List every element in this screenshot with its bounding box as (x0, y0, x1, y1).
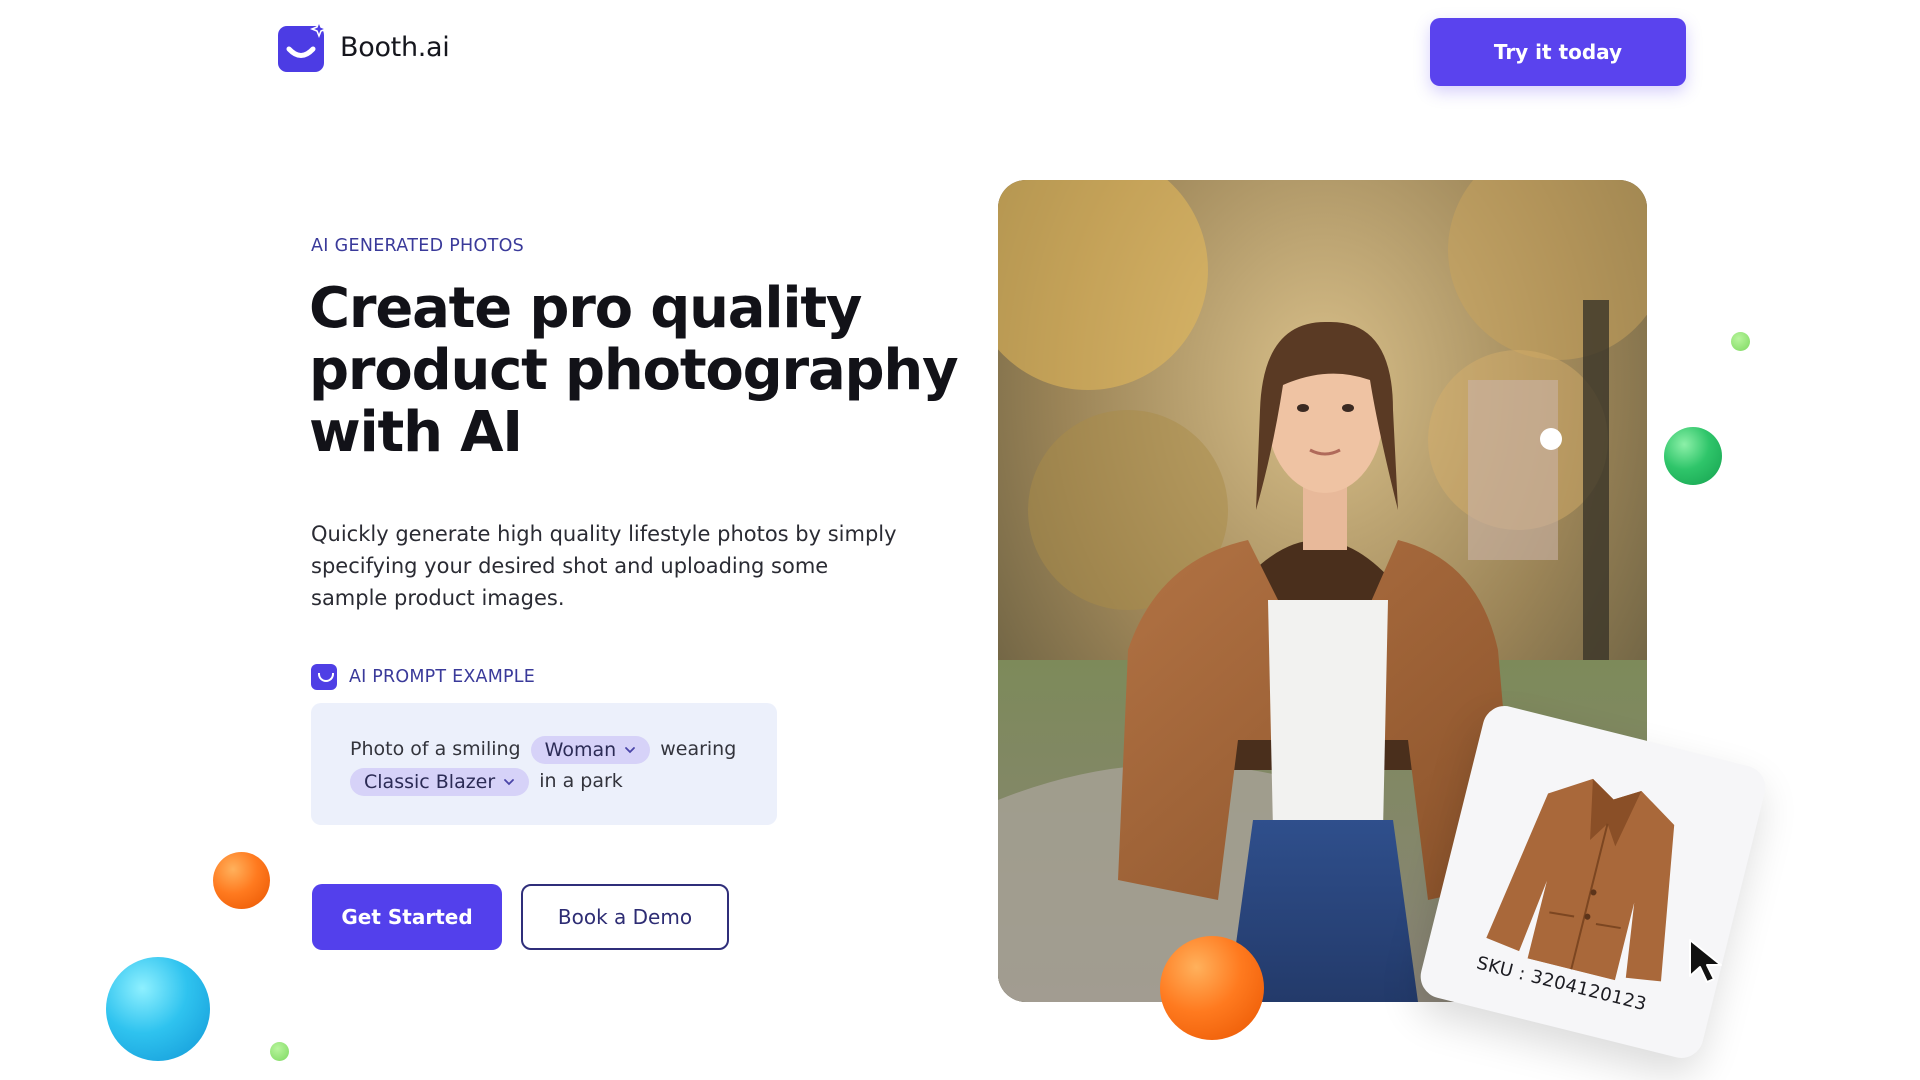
brand-name: Booth.ai (340, 31, 450, 63)
subject-chip-dropdown[interactable]: Woman (530, 735, 651, 764)
prompt-example-box: Photo of a smiling Woman wearing Classic… (311, 703, 777, 825)
decorative-green-dot (270, 1042, 289, 1061)
hero-subtext: Quickly generate high quality lifestyle … (311, 522, 897, 610)
prompt-example-label: AI PROMPT EXAMPLE (349, 667, 535, 687)
book-demo-button[interactable]: Book a Demo (521, 884, 729, 950)
decorative-green-dot (1731, 332, 1750, 351)
headline-line-2: product photography (309, 338, 959, 403)
product-chip-dropdown[interactable]: Classic Blazer (350, 767, 530, 796)
prompt-text-1: Photo of a smiling (350, 738, 521, 760)
decorative-white-dot (1540, 428, 1562, 450)
decorative-orange-sphere (213, 852, 270, 909)
prompt-logo-icon (311, 664, 337, 690)
decorative-blue-sphere (106, 957, 210, 1061)
try-it-today-button[interactable]: Try it today (1430, 18, 1686, 86)
blazer-product-image (1486, 778, 1675, 982)
booth-logo-icon (278, 19, 329, 72)
chevron-down-icon (625, 746, 636, 753)
subject-chip-label: Woman (544, 738, 617, 761)
decorative-orange-sphere (1160, 936, 1264, 1040)
prompt-text-2: wearing (660, 738, 737, 760)
decorative-green-sphere (1664, 427, 1722, 485)
headline-line-3: with AI (309, 400, 523, 465)
headline-line-1: Create pro quality (309, 276, 862, 341)
prompt-text-3: in a park (539, 770, 623, 792)
hero-headline: Create pro quality product photography w… (309, 278, 969, 464)
eyebrow-label: AI GENERATED PHOTOS (311, 236, 525, 256)
chevron-down-icon (504, 778, 515, 785)
prompt-example-header: AI PROMPT EXAMPLE (311, 664, 535, 690)
product-chip-label: Classic Blazer (364, 770, 496, 793)
get-started-button[interactable]: Get Started (312, 884, 502, 950)
cursor-arrow-icon (1689, 939, 1722, 983)
brand-logo[interactable]: Booth.ai (278, 19, 450, 72)
